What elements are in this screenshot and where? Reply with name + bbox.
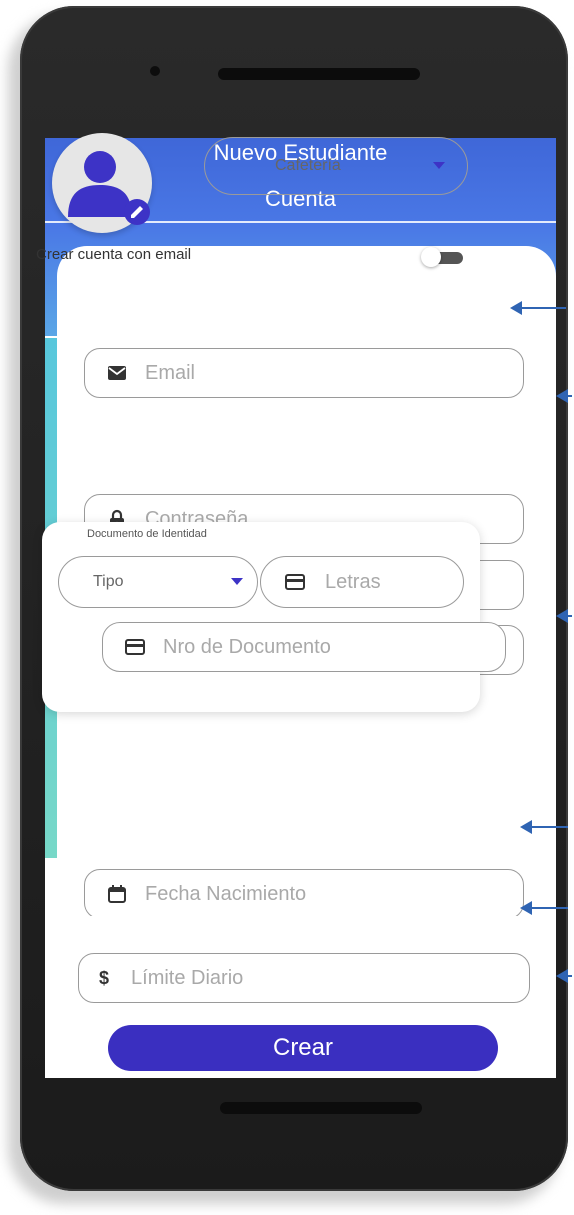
camera-dot bbox=[150, 66, 160, 76]
form-scroll-area bbox=[45, 138, 556, 916]
dollar-icon: $ bbox=[99, 967, 110, 988]
annotation-arrow bbox=[520, 901, 568, 915]
daily-limit-input[interactable] bbox=[131, 966, 462, 990]
calendar-icon bbox=[107, 883, 127, 905]
annotation-arrow bbox=[556, 389, 572, 403]
crear-button[interactable]: Crear bbox=[108, 1025, 498, 1071]
birthdate-field[interactable] bbox=[84, 869, 524, 916]
daily-limit-field[interactable]: $ bbox=[78, 953, 530, 1003]
annotation-arrow bbox=[556, 969, 572, 983]
annotation-arrow bbox=[510, 301, 566, 315]
bottom-speaker bbox=[220, 1102, 422, 1114]
speaker-grill bbox=[218, 68, 420, 80]
annotation-arrow bbox=[556, 609, 572, 623]
birthdate-input[interactable] bbox=[144, 882, 523, 906]
annotation-arrow bbox=[520, 820, 568, 834]
